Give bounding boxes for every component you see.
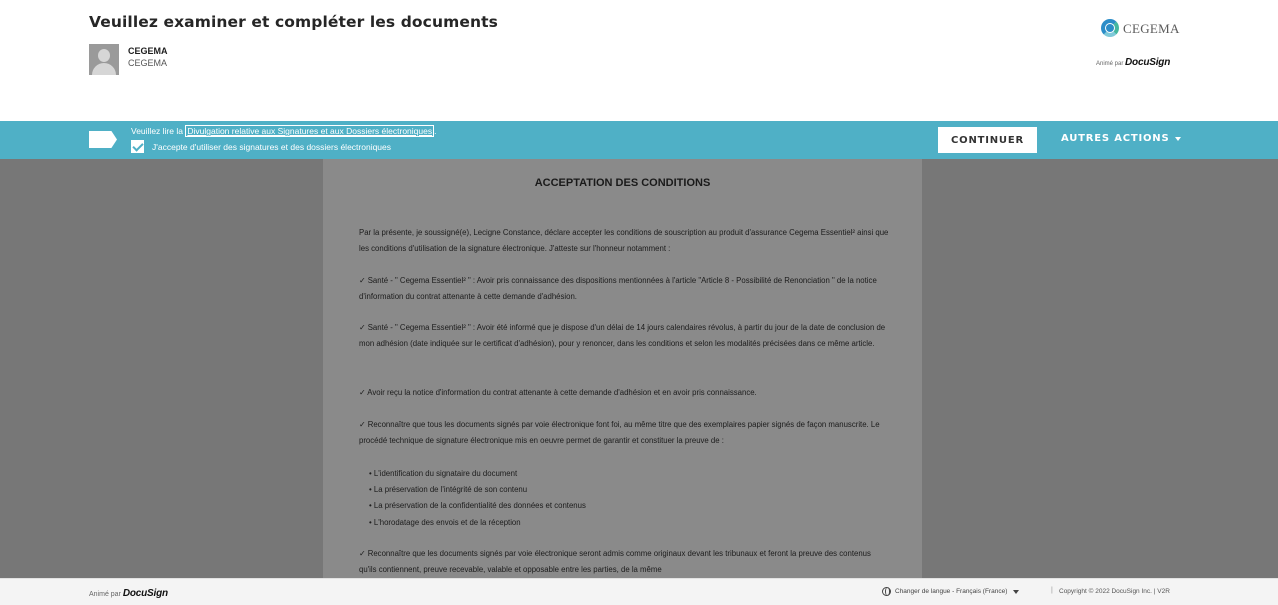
powered-by-bottom: Animé par DocuSign xyxy=(89,588,168,599)
language-selector[interactable]: Changer de langue - Français (France) xyxy=(882,587,1020,596)
powered-prefix: Animé par xyxy=(1096,61,1124,67)
disclosure-prefix: Veuillez lire la xyxy=(131,126,183,136)
list-item: L'horodatage des envois et de la récepti… xyxy=(369,515,586,531)
disclosure-line: Veuillez lire la Divulgation relative au… xyxy=(131,125,437,137)
caret-down-icon xyxy=(1175,136,1182,141)
avatar xyxy=(89,44,119,75)
avatar-body-icon xyxy=(92,63,116,75)
footer: Animé par DocuSign Changer de langue - F… xyxy=(0,578,1278,605)
caret-down-icon xyxy=(1013,589,1020,594)
header: Veuillez examiner et compléter les docum… xyxy=(0,0,1278,121)
avatar-head-icon xyxy=(98,49,110,62)
language-label[interactable]: Changer de langue - Français (France) xyxy=(895,588,1007,595)
consent-row[interactable]: J'accepte d'utiliser des signatures et d… xyxy=(131,140,391,153)
consent-checkbox[interactable] xyxy=(131,140,144,153)
other-actions-menu[interactable]: AUTRES ACTIONS xyxy=(1061,133,1182,144)
action-bar: Veuillez lire la Divulgation relative au… xyxy=(0,121,1278,159)
docusign-logo: DocuSign xyxy=(1125,57,1171,68)
powered-prefix: Animé par xyxy=(89,591,121,598)
sender-name: CEGEMA xyxy=(128,46,168,56)
powered-by-top: Animé par DocuSign xyxy=(1096,57,1170,68)
document-item-5: ✓ Reconnaître que les documents signés p… xyxy=(359,549,871,575)
disclosure-suffix: . xyxy=(434,126,437,136)
document-item-3: ✓ Avoir reçu la notice d'information du … xyxy=(359,388,757,397)
document-item-1: ✓ Santé - " Cegema Essentiel² " : Avoir … xyxy=(359,276,877,302)
page-title: Veuillez examiner et compléter les docum… xyxy=(89,13,498,31)
other-actions-label[interactable]: AUTRES ACTIONS xyxy=(1061,133,1169,144)
document-item-4: ✓ Reconnaître que tous les documents sig… xyxy=(359,420,880,446)
copyright: Copyright © 2022 DocuSign Inc. | V2R xyxy=(1059,588,1170,595)
list-item: La préservation de l'intégrité de son co… xyxy=(369,482,586,498)
disclosure-link[interactable]: Divulgation relative aux Signatures et a… xyxy=(185,125,435,137)
sender-org: CEGEMA xyxy=(128,58,168,68)
brand-name: CEGEMA xyxy=(1123,21,1180,36)
document-bullet-list: L'identification du signataire du docume… xyxy=(369,466,586,531)
docusign-logo: DocuSign xyxy=(122,588,168,599)
document-viewer[interactable]: ACCEPTATION DES CONDITIONS Par la présen… xyxy=(0,159,1278,578)
cegema-logo-icon xyxy=(1100,17,1120,41)
document-item-2: ✓ Santé - " Cegema Essentiel² " : Avoir … xyxy=(359,323,886,349)
document-page: ACCEPTATION DES CONDITIONS Par la présen… xyxy=(323,159,922,578)
arrow-tag-icon xyxy=(89,131,117,148)
globe-icon xyxy=(882,587,891,596)
list-item: L'identification du signataire du docume… xyxy=(369,466,586,482)
consent-label[interactable]: J'accepte d'utiliser des signatures et d… xyxy=(152,142,391,152)
document-intro: Par la présente, je soussigné(e), Lecign… xyxy=(359,228,889,254)
footer-separator: | xyxy=(1051,587,1053,594)
document-title: ACCEPTATION DES CONDITIONS xyxy=(534,177,711,189)
continue-button[interactable]: CONTINUER xyxy=(938,127,1037,153)
brand-logo: CEGEMA xyxy=(1100,17,1180,41)
list-item: La préservation de la confidentialité de… xyxy=(369,498,586,514)
